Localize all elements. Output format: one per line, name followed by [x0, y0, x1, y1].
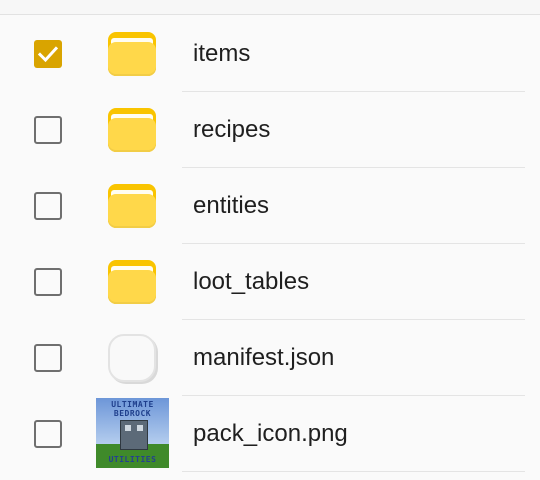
thumbnail-text: UTILITIES — [108, 455, 157, 464]
checkbox[interactable] — [34, 192, 62, 220]
folder-icon — [108, 106, 156, 154]
generic-file-icon — [108, 334, 156, 382]
file-row-items[interactable]: items — [0, 16, 540, 92]
image-thumbnail: ULTIMATE BEDROCK UTILITIES — [96, 398, 169, 468]
file-name: manifest.json — [193, 344, 335, 371]
file-name: entities — [193, 192, 270, 219]
checkbox[interactable] — [34, 420, 62, 448]
file-name: pack_icon.png — [193, 420, 348, 447]
file-row-recipes[interactable]: recipes — [0, 92, 540, 168]
folder-icon — [108, 182, 156, 230]
file-name: loot_tables — [193, 268, 310, 295]
folder-icon — [108, 30, 156, 78]
file-name: recipes — [193, 116, 271, 143]
file-row-pack-icon[interactable]: ULTIMATE BEDROCK UTILITIES pack_icon.png — [0, 396, 540, 472]
robot-figure-icon — [120, 420, 148, 450]
file-row-manifest[interactable]: manifest.json — [0, 320, 540, 396]
checkbox[interactable] — [34, 268, 62, 296]
folder-icon — [108, 258, 156, 306]
file-row-entities[interactable]: entities — [0, 168, 540, 244]
file-row-loot-tables[interactable]: loot_tables — [0, 244, 540, 320]
checkbox[interactable] — [34, 344, 62, 372]
file-name: items — [193, 40, 251, 67]
thumbnail-text: ULTIMATE — [111, 400, 154, 409]
checkbox[interactable] — [34, 40, 62, 68]
thumbnail-text: BEDROCK — [113, 409, 152, 418]
checkmark-icon — [37, 46, 59, 63]
checkbox[interactable] — [34, 116, 62, 144]
top-bar-edge — [0, 0, 540, 14]
file-browser: items recipes entities loot_tables manif… — [0, 0, 540, 480]
top-divider — [0, 14, 540, 15]
row-divider — [182, 471, 525, 472]
